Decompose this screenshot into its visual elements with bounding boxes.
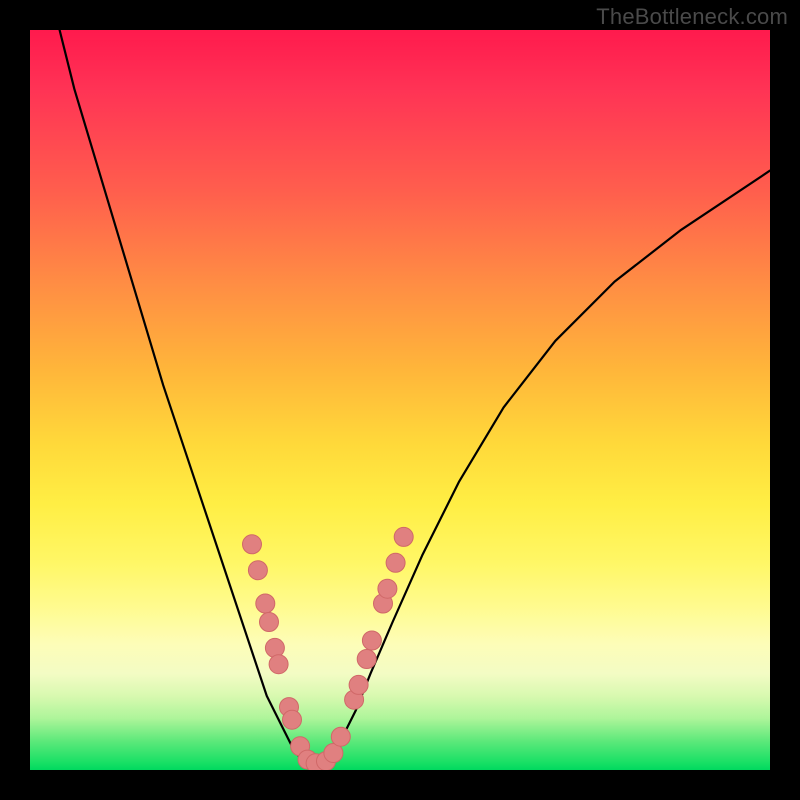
- chart-svg: [30, 30, 770, 770]
- marker-point: [357, 650, 376, 669]
- series-right-curve: [326, 171, 770, 763]
- marker-point: [394, 527, 413, 546]
- marker-point: [265, 638, 284, 657]
- marker-point: [378, 579, 397, 598]
- plot-area: [30, 30, 770, 770]
- chart-frame: TheBottleneck.com: [0, 0, 800, 800]
- marker-point: [248, 561, 267, 580]
- marker-point: [269, 655, 288, 674]
- marker-point: [349, 675, 368, 694]
- marker-point: [386, 553, 405, 572]
- curve-layer: [60, 30, 770, 763]
- marker-point: [283, 710, 302, 729]
- marker-point: [260, 613, 279, 632]
- marker-layer: [243, 527, 414, 770]
- marker-point: [256, 594, 275, 613]
- marker-point: [243, 535, 262, 554]
- marker-point: [362, 631, 381, 650]
- watermark-text: TheBottleneck.com: [596, 4, 788, 30]
- marker-point: [331, 727, 350, 746]
